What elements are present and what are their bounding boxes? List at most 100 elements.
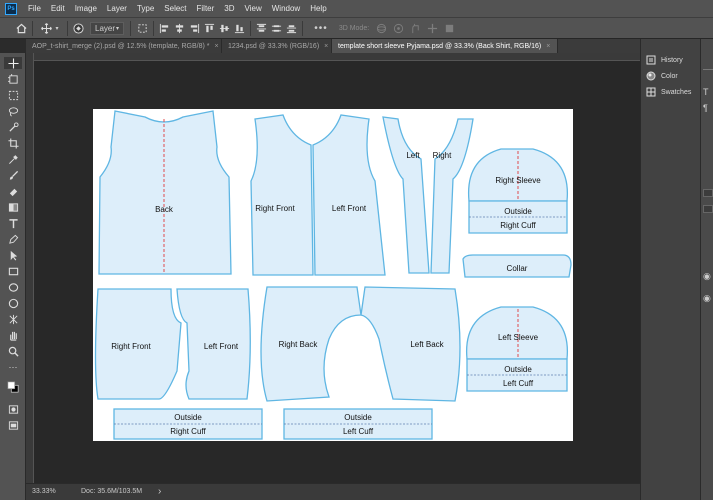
shorts-left-cuff-piece[interactable]: Outside Left Cuff <box>283 408 433 440</box>
photoshop-logo: Ps <box>5 2 17 15</box>
hand-tool-icon[interactable] <box>7 329 19 341</box>
close-icon[interactable]: × <box>324 43 328 50</box>
type-tool-panel-icon[interactable]: T <box>703 87 709 97</box>
custom-shape-tool-icon[interactable] <box>7 297 19 309</box>
menu-file[interactable]: File <box>23 4 46 13</box>
visibility-eye-icon[interactable]: ◉ <box>703 271 711 282</box>
brush-tool-icon[interactable] <box>7 169 19 181</box>
more-tools-icon[interactable]: ··· <box>7 361 19 373</box>
menu-edit[interactable]: Edit <box>46 4 70 13</box>
shorts-right-back-piece[interactable]: Right Back <box>260 286 362 402</box>
right-sleeve-piece[interactable]: Right Sleeve Outside Right Cuff <box>467 148 569 234</box>
panel-history-button[interactable]: History <box>646 53 683 67</box>
shorts-right-back-label: Right Back <box>279 340 319 349</box>
lasso-tool-icon[interactable] <box>7 105 19 117</box>
panel-swatches-button[interactable]: Swatches <box>646 85 691 99</box>
artboard-tool-icon[interactable] <box>7 73 19 85</box>
align-middle-icon[interactable] <box>218 22 230 35</box>
panel-color-button[interactable]: Color <box>646 69 678 83</box>
back-piece[interactable]: Back <box>98 110 232 275</box>
right-sleeve-outside-label: Outside <box>504 207 532 216</box>
puppet-tool-icon[interactable] <box>7 313 19 325</box>
move-tool-preset-icon[interactable]: ▾ <box>37 22 63 35</box>
menu-filter[interactable]: Filter <box>192 4 220 13</box>
marquee-tool-icon[interactable] <box>7 89 19 101</box>
right-sleeve-cuff-label: Right Cuff <box>500 221 536 230</box>
screen-mode-icon[interactable] <box>7 419 19 431</box>
right-front-shirt-piece[interactable]: Right Front <box>250 114 314 276</box>
right-sleeve-label: Right Sleeve <box>495 176 541 185</box>
left-sleeve-piece[interactable]: Left Sleeve Outside Left Cuff <box>465 306 569 392</box>
3d-scale-icon[interactable] <box>443 22 455 35</box>
zoom-level[interactable]: 33.33% <box>32 488 56 495</box>
close-icon[interactable]: × <box>546 43 550 50</box>
left-sleeve-outside-label: Outside <box>504 365 532 374</box>
transform-controls-icon[interactable] <box>135 22 149 35</box>
home-icon[interactable] <box>14 22 28 35</box>
pen-tool-icon[interactable] <box>7 233 19 245</box>
eraser-tool-icon[interactable] <box>7 185 19 197</box>
distribute-top-icon[interactable] <box>255 22 267 35</box>
distribute-center-icon[interactable] <box>270 22 282 35</box>
tab-template-pyjama[interactable]: template short sleeve Pyjama.psd @ 33.3%… <box>332 39 558 53</box>
align-bottom-icon[interactable] <box>233 22 245 35</box>
move-tool-icon[interactable] <box>4 57 22 69</box>
gradient-tool-icon[interactable] <box>7 201 19 213</box>
menu-layer[interactable]: Layer <box>102 4 132 13</box>
quick-selection-tool-icon[interactable] <box>7 121 19 133</box>
3d-orbit-icon[interactable] <box>375 22 387 35</box>
align-left-icon[interactable] <box>158 22 170 35</box>
ellipse-tool-icon[interactable] <box>7 281 19 293</box>
placket-piece[interactable]: Left Right <box>382 116 474 274</box>
auto-select-target-dropdown[interactable]: Layer ▾ <box>90 22 124 35</box>
align-right-icon[interactable] <box>188 22 200 35</box>
crop-tool-icon[interactable] <box>7 137 19 149</box>
menu-type[interactable]: Type <box>132 4 159 13</box>
quick-mask-icon[interactable] <box>7 403 19 415</box>
collar-piece[interactable]: Collar <box>462 254 572 278</box>
shorts-right-front-piece[interactable]: Right Front <box>94 288 182 400</box>
collar-label: Collar <box>507 264 528 273</box>
horizontal-ruler <box>26 53 640 61</box>
menu-window[interactable]: Window <box>267 4 305 13</box>
rectangle-tool-icon[interactable] <box>7 265 19 277</box>
color-swatches-icon[interactable] <box>7 377 19 397</box>
menu-3d[interactable]: 3D <box>219 4 239 13</box>
menu-help[interactable]: Help <box>305 4 331 13</box>
3d-slide-icon[interactable] <box>426 22 438 35</box>
3d-roll-icon[interactable] <box>392 22 404 35</box>
document-canvas[interactable]: Back Right Front Left Front Left Right R… <box>93 109 573 441</box>
visibility-eye-icon[interactable]: ◉ <box>703 293 711 304</box>
zoom-tool-icon[interactable] <box>7 345 19 357</box>
tab-aop-tshirt[interactable]: AOP_t-shirt_merge (2).psd @ 12.5% (templ… <box>26 39 222 53</box>
auto-select-target-value: Layer <box>95 24 116 33</box>
3d-pan-icon[interactable] <box>409 22 421 35</box>
menu-select[interactable]: Select <box>159 4 191 13</box>
left-front-shirt-piece[interactable]: Left Front <box>312 114 386 276</box>
align-center-icon[interactable] <box>173 22 185 35</box>
menu-image[interactable]: Image <box>70 4 102 13</box>
shorts-left-front-piece[interactable]: Left Front <box>176 288 251 400</box>
paragraph-panel-icon[interactable]: ¶ <box>703 103 708 113</box>
shorts-right-cuff-piece[interactable]: Outside Right Cuff <box>113 408 263 440</box>
path-selection-tool-icon[interactable] <box>7 249 19 261</box>
left-sleeve-label: Left Sleeve <box>498 333 539 342</box>
menu-bar: Ps File Edit Image Layer Type Select Fil… <box>0 0 713 17</box>
type-tool-icon[interactable] <box>7 217 19 229</box>
panel-swatches-label: Swatches <box>661 88 692 96</box>
distribute-bottom-icon[interactable] <box>285 22 297 35</box>
more-options-button[interactable]: ••• <box>312 22 330 35</box>
align-top-icon[interactable] <box>203 22 215 35</box>
bottom-right-cuff-label: Right Cuff <box>170 427 206 436</box>
vertical-ruler <box>26 53 34 483</box>
shorts-left-back-piece[interactable]: Left Back <box>360 286 461 402</box>
tools-panel: ··· <box>0 53 26 500</box>
close-icon[interactable]: × <box>215 43 219 50</box>
status-menu-arrow[interactable]: › <box>158 486 161 497</box>
auto-select-checkbox[interactable] <box>71 22 85 35</box>
tab-1234[interactable]: 1234.psd @ 33.3% (RGB/16) × <box>222 39 332 53</box>
menu-view[interactable]: View <box>240 4 267 13</box>
eyedropper-tool-icon[interactable] <box>7 153 19 165</box>
options-bar: ▾ Layer ▾ ••• 3D Mode: <box>0 17 713 39</box>
tab-label: template short sleeve Pyjama.psd @ 33.3%… <box>338 42 542 50</box>
